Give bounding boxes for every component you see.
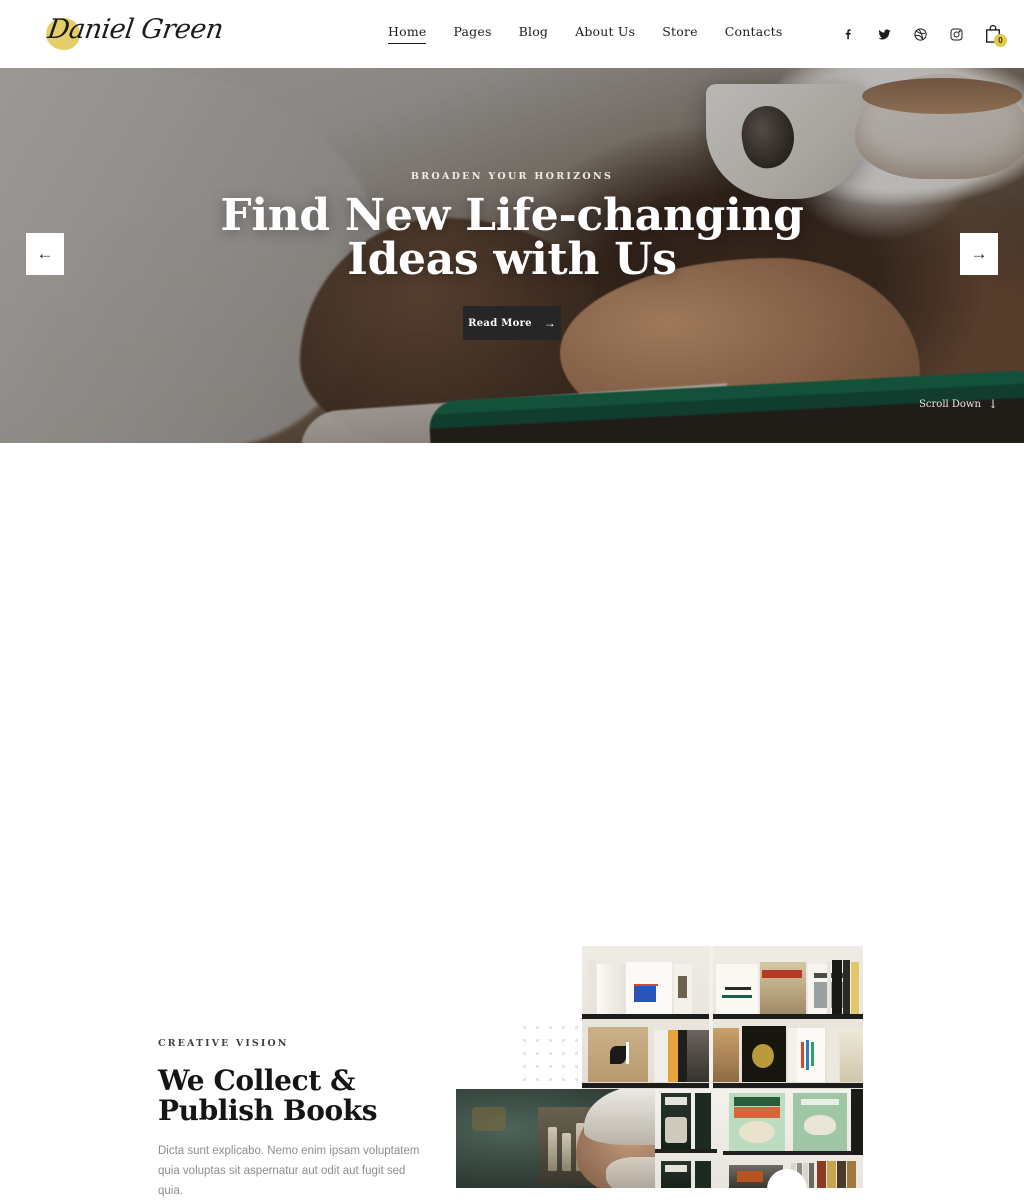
nav-item-pages[interactable]: Pages <box>453 24 491 43</box>
about-body-text: Dicta sunt explicabo. Nemo enim ipsam vo… <box>158 1145 420 1197</box>
bookshelf-shelf-top <box>582 1014 863 1019</box>
scroll-down-indicator[interactable]: Scroll Down ↓ <box>919 397 998 411</box>
about-title: We Collect & Publish Books <box>158 1064 428 1128</box>
logo-text: Daniel Green <box>45 14 225 45</box>
nav-item-home[interactable]: Home <box>388 24 427 44</box>
scroll-down-label: Scroll Down <box>919 398 981 410</box>
bookshelf-shelf-bottom <box>582 1083 863 1088</box>
shopping-bag-icon[interactable]: 0 <box>984 24 1007 47</box>
dribbble-icon[interactable] <box>912 26 928 42</box>
instagram-icon[interactable] <box>948 26 964 42</box>
bookshelf-image <box>582 946 863 1094</box>
hero-title-line-1: Find New Life-changing <box>220 190 804 241</box>
nav-item-blog[interactable]: Blog <box>519 24 549 43</box>
read-more-label: Read More <box>468 317 532 329</box>
slider-next-button[interactable]: → <box>960 233 998 275</box>
man-and-cookbooks-image <box>456 1089 863 1188</box>
social-links: 0 <box>840 24 1007 47</box>
about-eyebrow: CREATIVE VISION <box>158 1038 289 1049</box>
about-title-line-1: We Collect & <box>158 1064 355 1097</box>
nav-item-about-us[interactable]: About Us <box>575 24 635 43</box>
hero-eyebrow: BROADEN YOUR HORIZONS <box>410 171 614 182</box>
hero-title: Find New Life-changing Ideas with Us <box>0 194 1024 282</box>
cookbook-shelf-right <box>655 1089 863 1188</box>
hero-section: BROADEN YOUR HORIZONS Find New Life-chan… <box>0 68 1024 443</box>
bookshelf-divider <box>709 946 713 1094</box>
site-header: Daniel Green Home Pages Blog About Us St… <box>0 0 1024 68</box>
about-section: CREATIVE VISION We Collect & Publish Boo… <box>0 443 1024 1197</box>
nav-item-contacts[interactable]: Contacts <box>725 24 783 43</box>
about-text-column: CREATIVE VISION We Collect & Publish Boo… <box>158 1038 428 1202</box>
arrow-right-icon: → <box>543 316 556 330</box>
about-title-line-2: Publish Books <box>158 1094 378 1128</box>
main-navigation: Home Pages Blog About Us Store Contacts <box>388 24 782 44</box>
read-more-button[interactable]: Read More → <box>463 306 561 340</box>
cart-count-badge: 0 <box>994 34 1007 47</box>
man-photo-left <box>456 1089 708 1188</box>
site-logo[interactable]: Daniel Green <box>24 12 234 56</box>
twitter-icon[interactable] <box>876 26 892 42</box>
facebook-icon[interactable] <box>840 26 856 42</box>
arrow-down-icon: ↓ <box>987 397 998 411</box>
hero-content: BROADEN YOUR HORIZONS Find New Life-chan… <box>0 68 1024 443</box>
decorative-dot-grid <box>518 1021 592 1085</box>
hero-title-line-2: Ideas with Us <box>347 234 677 285</box>
slider-prev-button[interactable]: ← <box>26 233 64 275</box>
nav-item-store[interactable]: Store <box>662 24 698 43</box>
